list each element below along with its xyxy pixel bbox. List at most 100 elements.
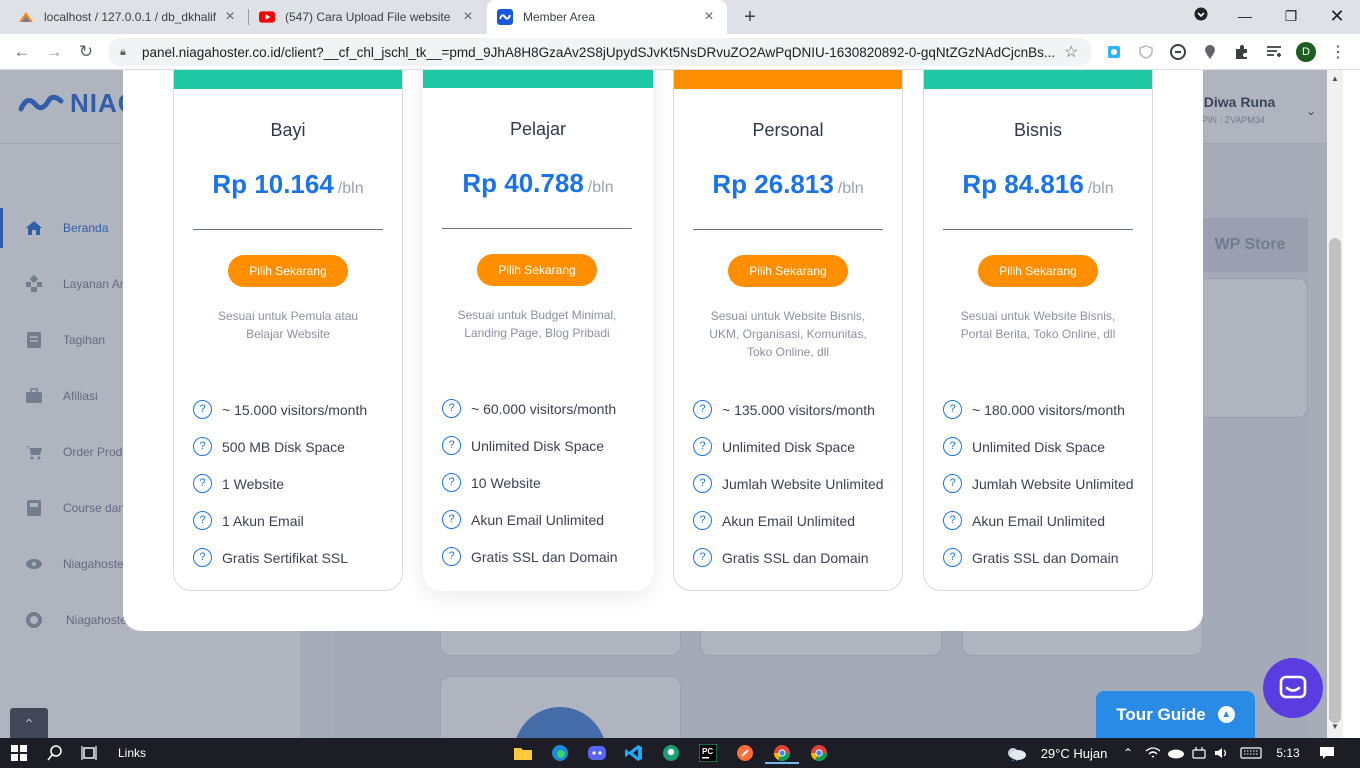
file-explorer-icon[interactable] [512, 742, 534, 764]
close-tab-icon[interactable]: × [460, 8, 476, 26]
notifications-icon[interactable] [1316, 738, 1338, 768]
choose-plan-button[interactable]: Pilih Sekarang [477, 254, 597, 286]
feature-label: ~ 135.000 visitors/month [722, 401, 875, 418]
pycharm-icon[interactable]: PC [697, 742, 719, 764]
help-icon[interactable]: ? [442, 510, 461, 529]
reload-button[interactable]: ↻ [74, 40, 98, 64]
extension-location-icon[interactable] [1200, 42, 1220, 62]
help-icon[interactable]: ? [943, 437, 962, 456]
choose-plan-button[interactable]: Pilih Sekarang [728, 255, 848, 287]
volume-icon[interactable] [1212, 738, 1232, 768]
address-bar[interactable]: 🔒︎ panel.niagahoster.co.id/client?__cf_c… [108, 38, 1092, 66]
windows-start-icon[interactable] [8, 738, 30, 768]
svg-text:PC: PC [702, 747, 713, 756]
tab-phpmyadmin[interactable]: localhost / 127.0.0.1 / db_dkhalif × [8, 0, 248, 34]
tour-guide-label: Tour Guide [1116, 704, 1206, 724]
discord-icon[interactable] [586, 742, 608, 764]
help-icon[interactable]: ? [442, 473, 461, 492]
help-icon[interactable]: ? [193, 511, 212, 530]
edge-icon[interactable] [549, 742, 571, 764]
postman-icon[interactable] [734, 742, 756, 764]
minimize-button[interactable]: — [1222, 0, 1268, 32]
help-icon[interactable]: ? [442, 547, 461, 566]
help-icon[interactable]: ? [943, 511, 962, 530]
feature-list: ? ~ 15.000 visitors/month ? 500 MB Disk Sp… [193, 391, 398, 576]
clock[interactable]: 5:13 [1268, 738, 1308, 768]
tab-member-area[interactable]: Member Area × [487, 0, 727, 34]
help-icon[interactable]: ? [693, 511, 712, 530]
links-toolbar[interactable]: Links [112, 738, 152, 768]
wifi-icon[interactable] [1144, 738, 1162, 768]
plan-card-bisnis: Bisnis Rp 84.816/bln Pilih Sekarang Sesu… [923, 70, 1153, 591]
tab-search-icon[interactable] [1178, 0, 1224, 32]
help-icon[interactable]: ? [193, 474, 212, 493]
help-icon[interactable]: ? [693, 474, 712, 493]
extension-shield-icon[interactable] [1136, 42, 1156, 62]
back-button[interactable]: ← [10, 40, 34, 64]
price-period: /bln [837, 180, 864, 197]
help-icon[interactable]: ? [693, 548, 712, 567]
price-amount: Rp 40.788 [462, 168, 584, 198]
browser-menu-icon[interactable]: ⋮ [1328, 42, 1348, 62]
profile-avatar[interactable]: D [1296, 42, 1316, 62]
help-icon[interactable]: ? [943, 400, 962, 419]
chevron-up-icon[interactable]: ⌃ [1120, 738, 1136, 768]
restore-button[interactable]: ❐ [1268, 0, 1314, 32]
extension-grammarly-icon[interactable] [1168, 42, 1188, 62]
chrome-icon[interactable] [808, 742, 830, 764]
reading-list-icon[interactable] [1264, 42, 1284, 62]
gitkraken-icon[interactable] [660, 742, 682, 764]
vscode-icon[interactable] [623, 742, 645, 764]
help-icon[interactable]: ? [193, 548, 212, 567]
task-view-icon[interactable] [78, 738, 100, 768]
plan-name: Pelajar [509, 119, 567, 139]
power-plug-icon[interactable] [1190, 738, 1208, 768]
tour-guide-button[interactable]: Tour Guide ▲ [1096, 691, 1255, 738]
keyboard-icon[interactable] [1238, 738, 1264, 768]
chevron-up-icon: ▲ [1217, 706, 1235, 723]
scroll-up-arrow-icon[interactable]: ▲ [1331, 74, 1339, 83]
help-icon[interactable]: ? [943, 548, 962, 567]
help-icon[interactable]: ? [943, 474, 962, 493]
feature-item: ? 1 Akun Email [193, 502, 398, 539]
choose-plan-button[interactable]: Pilih Sekarang [228, 255, 348, 287]
help-icon[interactable]: ? [442, 399, 461, 418]
phpmyadmin-icon [18, 9, 34, 25]
feature-label: Gratis Sertifikat SSL [222, 549, 349, 566]
weather-icon[interactable] [1004, 738, 1028, 768]
extensions-puzzle-icon[interactable] [1232, 42, 1252, 62]
scroll-down-arrow-icon[interactable]: ▼ [1331, 722, 1339, 731]
close-window-button[interactable]: ✕ [1314, 0, 1360, 32]
lock-icon[interactable]: 🔒︎ [120, 46, 132, 59]
tab-title: Member Area [523, 10, 596, 24]
help-icon[interactable]: ? [193, 437, 212, 456]
price-period: /bln [1087, 180, 1114, 197]
tab-youtube[interactable]: (547) Cara Upload File website ke × [249, 0, 486, 34]
help-icon[interactable]: ? [193, 400, 212, 419]
onedrive-cloud-icon[interactable] [1166, 738, 1186, 768]
search-icon[interactable] [44, 738, 66, 768]
feature-item: ? Gratis SSL dan Domain [442, 538, 647, 575]
feature-label: Unlimited Disk Space [722, 438, 856, 455]
weather-text[interactable]: 29°C Hujan [1036, 738, 1112, 768]
choose-plan-button[interactable]: Pilih Sekarang [978, 255, 1098, 287]
help-icon[interactable]: ? [693, 437, 712, 456]
plan-card-personal: Personal Rp 26.813/bln Pilih Sekarang Se… [673, 70, 903, 591]
scrollbar-thumb[interactable] [1329, 238, 1341, 723]
price-amount: Rp 10.164 [212, 169, 334, 199]
extension-screen-icon[interactable] [1104, 42, 1124, 62]
help-icon[interactable]: ? [693, 400, 712, 419]
chrome-icon[interactable] [765, 742, 799, 764]
feature-label: Gratis SSL dan Domain [722, 549, 869, 566]
forward-button[interactable]: → [42, 40, 66, 64]
bookmark-star-icon[interactable]: ☆ [1064, 42, 1080, 62]
close-tab-icon[interactable]: × [701, 8, 717, 26]
live-chat-button[interactable] [1263, 658, 1323, 718]
close-tab-icon[interactable]: × [222, 8, 238, 26]
new-tab-button[interactable]: + [738, 5, 762, 29]
help-icon[interactable]: ? [442, 436, 461, 455]
page-scrollbar[interactable]: ▲ ▼ [1327, 70, 1343, 738]
description-line: Toko Online, dll [746, 345, 830, 359]
feature-item: ? 10 Website [442, 464, 647, 501]
plan-description: Sesuai untuk Budget Minimal, Landing Pag… [437, 306, 637, 342]
